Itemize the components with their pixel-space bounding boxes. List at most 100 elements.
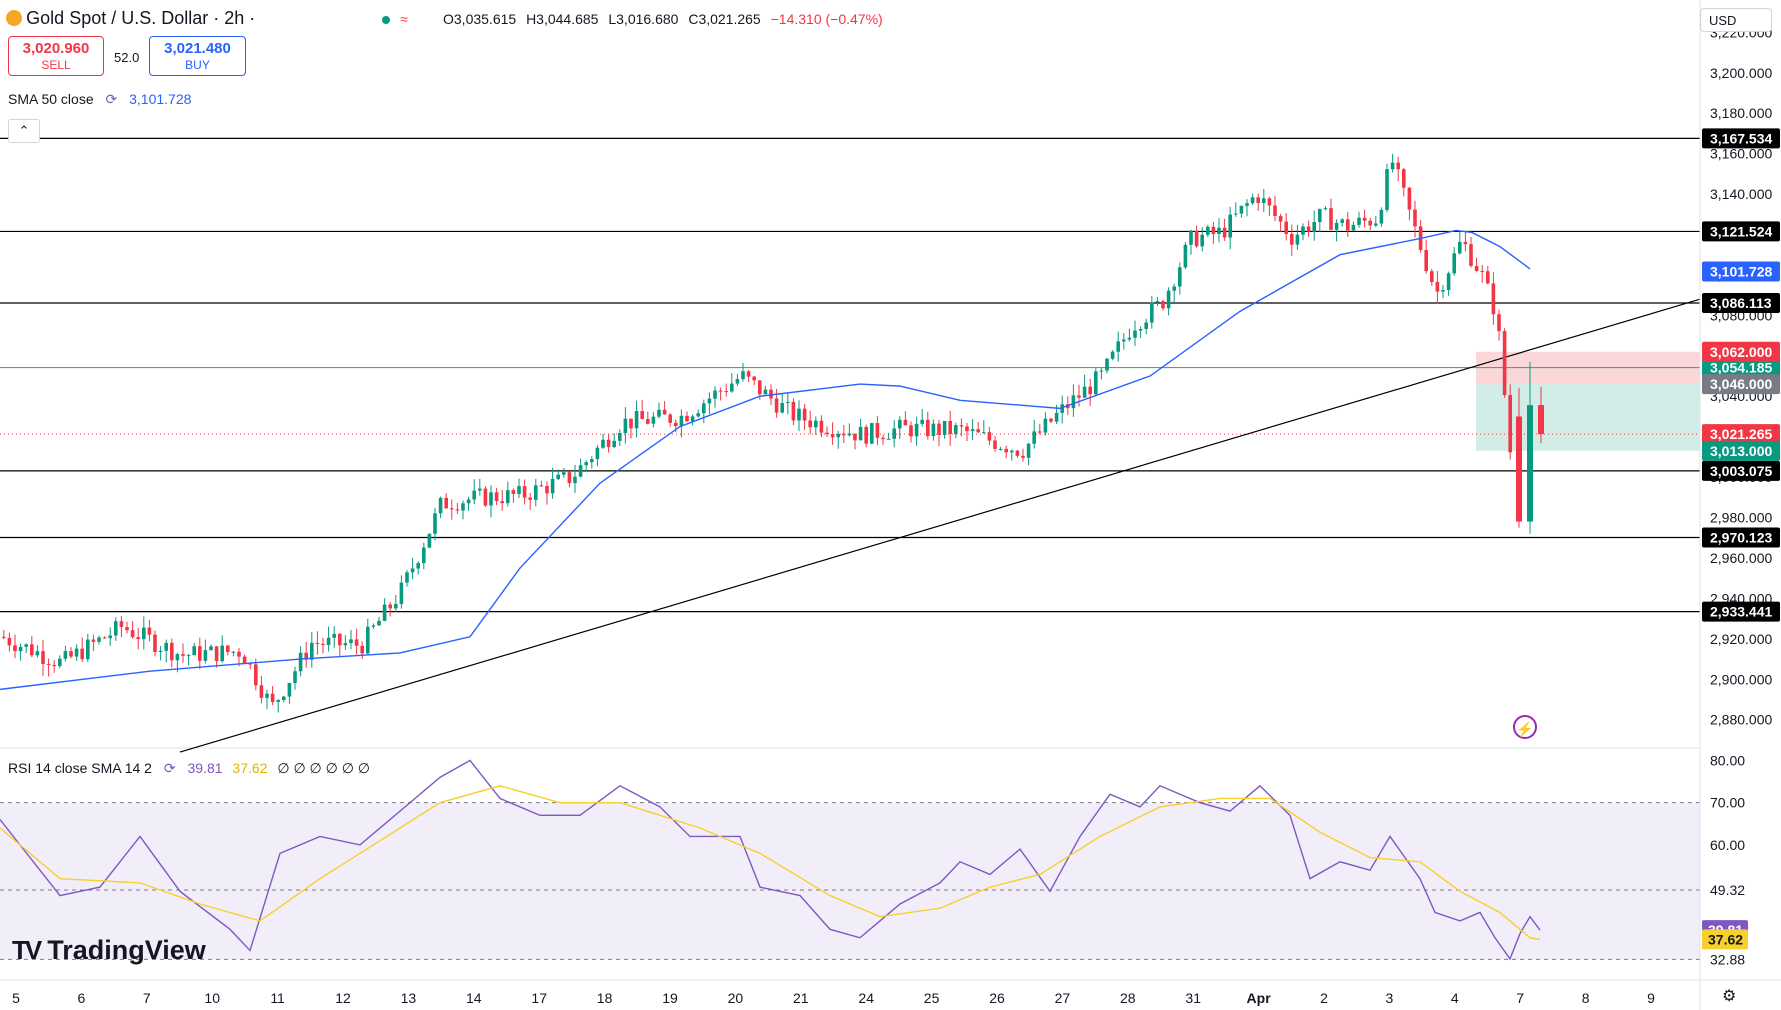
candle-body <box>1217 227 1221 234</box>
candles <box>2 153 1544 713</box>
candle-body <box>1301 226 1305 235</box>
candle-body <box>310 642 314 660</box>
sync-icon[interactable]: ⟳ <box>164 760 176 777</box>
candle-body <box>937 423 941 435</box>
candle-body <box>214 646 219 662</box>
rsi-legend[interactable]: RSI 14 close SMA 14 2 ⟳ 39.81 37.62 ∅ ∅ … <box>8 760 370 777</box>
candle-body <box>982 432 986 434</box>
gear-icon[interactable]: ⚙ <box>1722 986 1736 1006</box>
time-tick-label: 28 <box>1120 990 1136 1006</box>
candle-body <box>74 648 79 657</box>
sell-button[interactable]: 3,020.960 SELL <box>8 36 104 76</box>
sma-legend[interactable]: SMA 50 close ⟳ 3,101.728 <box>8 91 191 108</box>
candle-body <box>1122 339 1126 342</box>
candle-body <box>1172 286 1176 291</box>
currency-select[interactable]: USD <box>1700 8 1772 32</box>
candle-body <box>886 438 891 440</box>
candle-body <box>1262 198 1266 204</box>
candle-body <box>892 428 896 439</box>
rsi-tick-label: 32.88 <box>1710 951 1745 967</box>
candle-body <box>1116 341 1120 352</box>
candle-body <box>1054 412 1059 422</box>
time-tick-label: 5 <box>12 990 20 1006</box>
candle-body <box>1407 187 1412 210</box>
candle-body <box>612 440 616 448</box>
candle-body <box>293 671 297 684</box>
candle-body <box>1480 270 1484 272</box>
logo-text: TradingView <box>47 935 206 965</box>
candle-body <box>802 408 807 421</box>
symbol-header[interactable]: Gold Spot / U.S. Dollar · 2h · <box>6 8 255 29</box>
candle-body <box>590 459 594 463</box>
candle-body <box>584 462 588 466</box>
candle-body <box>1508 395 1512 453</box>
time-tick-label: 27 <box>1055 990 1071 1006</box>
buy-label: BUY <box>185 58 210 72</box>
price-label: 3,021.265 <box>1710 426 1772 442</box>
time-axis[interactable]: 5 6 7 10 11 12 13 14 17 18 19 20 21 24 25 26 27 28 31 Apr 2 3… <box>0 979 1781 1006</box>
price-label: 3,101.728 <box>1710 263 1772 279</box>
candle-body <box>774 398 779 413</box>
candle-body <box>858 426 863 441</box>
price-tick-label: 3,180.000 <box>1710 105 1772 121</box>
main-price-pane[interactable] <box>0 137 1701 753</box>
candle-body <box>410 568 415 573</box>
candle-body <box>1099 370 1104 372</box>
candle-body <box>136 637 140 640</box>
candle-body <box>662 409 667 415</box>
rsi-tick-label: 49.32 <box>1710 882 1745 898</box>
candle-body <box>1088 386 1092 395</box>
sma-label: SMA 50 close <box>8 91 94 107</box>
candle-body <box>976 429 980 433</box>
candle-body <box>175 654 180 661</box>
collapse-button[interactable]: ⌃ <box>8 119 40 143</box>
candle-body <box>1166 290 1171 309</box>
candle-body <box>58 658 62 667</box>
symbol-title[interactable]: Gold Spot / U.S. Dollar · 2h · <box>26 8 255 28</box>
candle-body <box>668 414 672 423</box>
candle-body <box>1323 208 1328 210</box>
candle-body <box>1474 265 1479 271</box>
candle-body <box>1278 216 1283 222</box>
price-tick-label: 3,200.000 <box>1710 65 1772 81</box>
candle-body <box>1194 230 1199 247</box>
candle-body <box>920 419 924 424</box>
candle-body <box>35 651 40 656</box>
candle-body <box>438 497 443 514</box>
candle-body <box>707 398 712 404</box>
candle-body <box>30 644 34 656</box>
rsi-pane[interactable] <box>0 759 1700 961</box>
sync-icon[interactable]: ⟳ <box>106 91 118 108</box>
candle-body <box>321 643 325 646</box>
candle-body <box>63 651 68 659</box>
currency-label: USD <box>1709 13 1737 28</box>
candle-body <box>1206 226 1210 235</box>
candle-body <box>506 490 510 504</box>
candle-body <box>91 639 96 642</box>
candle-body <box>1413 209 1417 227</box>
candle-body <box>1273 205 1277 217</box>
buy-button[interactable]: 3,021.480 BUY <box>149 36 246 76</box>
candle-body <box>237 651 241 657</box>
candle-body <box>741 371 745 380</box>
candle-body <box>455 509 460 511</box>
candle-body <box>422 547 426 564</box>
candle-body <box>601 439 605 448</box>
candle-body <box>13 645 17 652</box>
candle-body <box>282 696 286 701</box>
open-value: O3,035.615 <box>443 11 517 27</box>
candle-body <box>338 633 342 646</box>
tradingview-logo[interactable]: TV TradingView <box>12 935 206 966</box>
price-axis[interactable]: 3,220.0003,200.0003,180.0003,160.0003,14… <box>1699 0 1780 1010</box>
candle-body <box>528 497 532 500</box>
lightning-icon[interactable]: ⚡ <box>1513 715 1537 739</box>
price-tick-label: 3,140.000 <box>1710 186 1772 202</box>
candle-body <box>1385 169 1389 210</box>
time-tick-label: 4 <box>1451 990 1459 1006</box>
candle-body <box>1441 290 1445 292</box>
market-status[interactable]: ≈ <box>382 11 408 28</box>
candle-body <box>259 685 264 698</box>
candle-body <box>326 637 331 646</box>
chart-canvas[interactable]: 3,220.0003,200.0003,180.0003,160.0003,14… <box>0 0 1781 1010</box>
candle-body <box>875 423 880 438</box>
